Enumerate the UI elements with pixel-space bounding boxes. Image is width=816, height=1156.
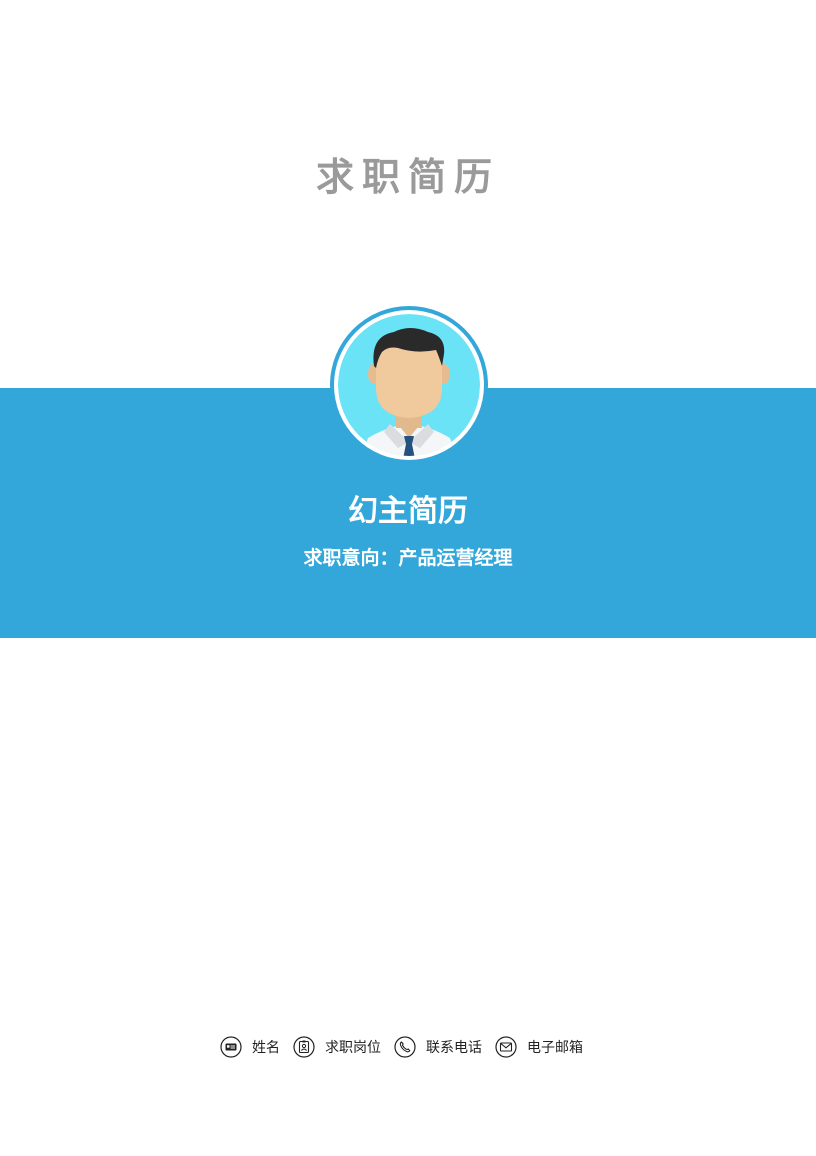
contact-row: 姓名 求职岗位 联系电话 电子邮箱 xyxy=(220,1035,596,1059)
phone-icon xyxy=(394,1036,416,1058)
contact-item-position: 求职岗位 xyxy=(293,1036,381,1058)
avatar xyxy=(330,306,488,464)
contact-label-email: 电子邮箱 xyxy=(527,1040,583,1056)
envelope-icon xyxy=(495,1036,517,1058)
id-card-icon xyxy=(220,1036,242,1058)
job-intent: 求职意向：产品运营经理 xyxy=(303,547,513,569)
contact-label-phone: 联系电话 xyxy=(426,1040,482,1056)
candidate-name: 幻主简历 xyxy=(348,494,468,529)
contact-item-name: 姓名 xyxy=(220,1036,280,1058)
avatar-illustration xyxy=(338,314,480,456)
contact-item-email: 电子邮箱 xyxy=(495,1036,583,1058)
contact-label-position: 求职岗位 xyxy=(325,1040,381,1056)
contact-item-phone: 联系电话 xyxy=(394,1036,482,1058)
contact-label-name: 姓名 xyxy=(252,1040,280,1056)
page-title: 求职简历 xyxy=(315,155,500,199)
badge-icon xyxy=(293,1036,315,1058)
